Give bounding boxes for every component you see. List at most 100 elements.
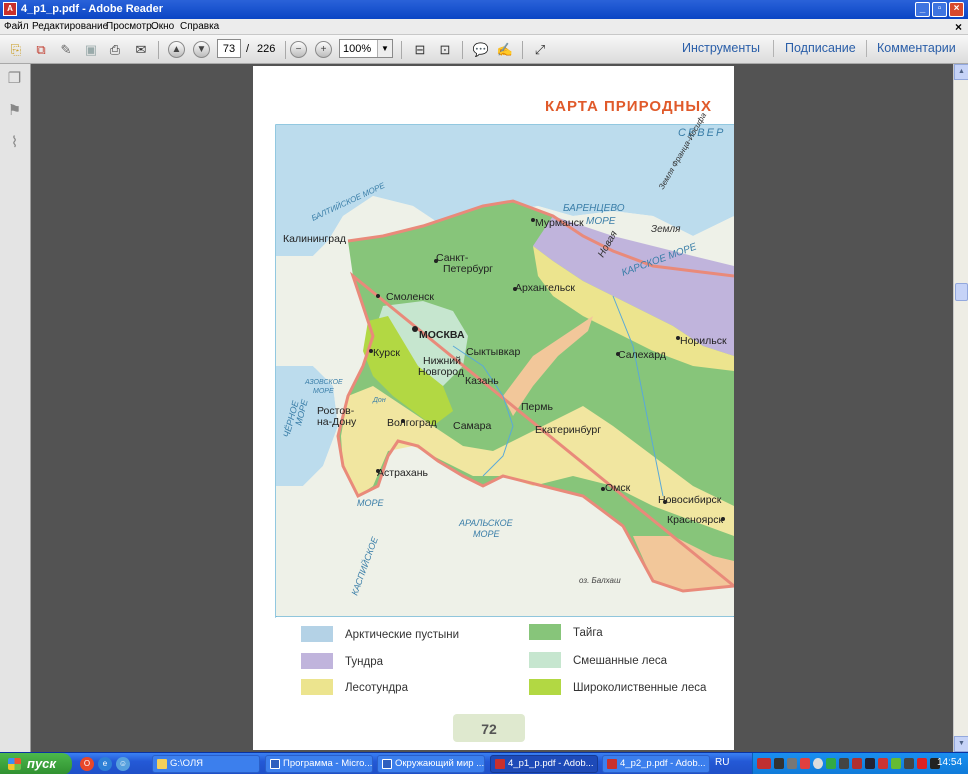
map-label-perm: Пермь (521, 401, 553, 413)
network-icon[interactable] (787, 758, 797, 769)
alert-icon[interactable] (878, 758, 888, 769)
tools-link[interactable]: Инструменты (682, 41, 760, 56)
page-number-input[interactable] (217, 39, 241, 58)
update-icon[interactable] (813, 758, 823, 769)
device-icon[interactable] (839, 758, 849, 769)
legend-swatch (529, 624, 561, 640)
legend-item-arctic: Арктические пустыни (301, 626, 459, 642)
map-label-samara: Самара (453, 420, 491, 432)
tool-icon[interactable] (852, 758, 862, 769)
scroll-down-icon[interactable]: ▼ (954, 736, 968, 752)
close-button[interactable]: × (949, 2, 964, 17)
antivirus-icon[interactable] (800, 758, 810, 769)
fit-width-icon[interactable]: ⊡ (435, 40, 455, 59)
map-heading: КАРТА ПРИРОДНЫХ (545, 98, 712, 115)
save-icon[interactable]: ▣ (81, 40, 101, 59)
map-label-salekhard: Салехард (618, 349, 666, 361)
map-label-ekaterinburg: Екатеринбург (535, 424, 601, 436)
menu-window[interactable]: Окно (151, 21, 174, 33)
vertical-scrollbar[interactable]: ▲ ▼ (953, 64, 968, 752)
menu-edit[interactable]: Редактирование (32, 21, 108, 33)
fit-page-icon[interactable]: ⊟ (410, 40, 430, 59)
edit-document-icon[interactable]: ✎ (56, 40, 76, 59)
maximize-button[interactable]: ▫ (932, 2, 947, 17)
shield-icon[interactable] (826, 758, 836, 769)
word-icon (270, 759, 280, 769)
highlight-icon[interactable]: ✍ (495, 40, 515, 59)
menu-file[interactable]: Файл (4, 21, 29, 33)
document-close-icon[interactable]: × (955, 20, 962, 34)
bluetooth-icon[interactable] (865, 758, 875, 769)
taskbar: пуск O e ☺ G:\ОЛЯ Программа - Micro... О… (0, 752, 968, 774)
internet-explorer-icon[interactable]: e (98, 757, 112, 771)
map-label-norilsk: Норильск (680, 335, 727, 347)
legend-swatch (529, 652, 561, 668)
minimize-button[interactable]: _ (915, 2, 930, 17)
speaker-icon[interactable] (774, 758, 784, 769)
sync-icon[interactable] (891, 758, 901, 769)
city-dot-moscow (412, 326, 418, 332)
fullscreen-icon[interactable]: ⤢ (530, 40, 550, 59)
legend-label: Смешанные леса (573, 655, 668, 667)
page-total: 226 (257, 43, 276, 55)
pdf-page: КАРТА ПРИРОДНЫХ Арктические пустыни Тайг… (253, 66, 734, 750)
comment-icon[interactable]: 💬 (471, 40, 491, 59)
taskbar-item-document[interactable]: Окружающий мир ... (377, 755, 485, 773)
toolbar-divider (285, 41, 286, 59)
legend-label: Лесотундра (345, 682, 409, 694)
legend-label: Арктические пустыни (345, 629, 459, 641)
create-pdf-icon[interactable]: ⎘ (6, 40, 26, 59)
pdf-icon (607, 759, 617, 769)
opera-icon[interactable]: O (80, 757, 94, 771)
menu-help[interactable]: Справка (180, 21, 219, 33)
link-divider (866, 40, 867, 57)
taskbar-item-pdf-2[interactable]: 4_p2_p.pdf - Adob... (602, 755, 710, 773)
previous-page-icon[interactable]: ▲ (168, 41, 185, 58)
sign-link[interactable]: Подписание (785, 41, 856, 56)
navigation-panel: ❐ ⚑ ⌇ (0, 64, 31, 752)
start-button[interactable]: пуск (0, 753, 72, 774)
messenger-icon[interactable]: ☺ (116, 757, 130, 771)
taskbar-item-folder[interactable]: G:\ОЛЯ (152, 755, 260, 773)
taskbar-item-word[interactable]: Программа - Micro... (265, 755, 373, 773)
toolbar-divider (462, 41, 463, 59)
window-title: 4_p1_p.pdf - Adobe Reader (21, 3, 164, 15)
map-label-smolensk: Смоленск (386, 291, 434, 303)
zoom-out-icon[interactable]: − (290, 41, 307, 58)
security-icon[interactable] (917, 758, 927, 769)
legend-item-mixed: Смешанные леса (529, 652, 668, 668)
legend-label: Широколиственные леса (573, 682, 707, 694)
map-label-caspian-2: МОРЕ (357, 498, 385, 508)
map-label-moscow: МОСКВА (419, 329, 465, 341)
map-label-rostov-2: на-Дону (317, 416, 357, 428)
language-indicator[interactable]: RU (715, 757, 729, 768)
zoom-select[interactable]: ▼ (339, 39, 393, 58)
taskbar-item-pdf-1[interactable]: 4_p1_p.pdf - Adob... (490, 755, 598, 773)
zoom-in-icon[interactable]: + (315, 41, 332, 58)
ati-tray-icon[interactable] (757, 758, 771, 769)
map-figure: КАРТА ПРИРОДНЫХ Арктические пустыни Тайг… (253, 66, 734, 750)
page-thumbnails-icon[interactable]: ❐ (6, 70, 23, 88)
map-label-kaliningrad: Калининград (283, 233, 346, 245)
map-label-azov-1: АЗОВСКОЕ (304, 379, 343, 386)
email-icon[interactable]: ✉ (131, 40, 151, 59)
next-page-icon[interactable]: ▼ (193, 41, 210, 58)
map-label-kursk: Курск (373, 347, 400, 359)
menu-view[interactable]: Просмотр (106, 21, 152, 33)
bookmarks-icon[interactable]: ⚑ (6, 102, 23, 120)
usb-icon[interactable] (904, 758, 914, 769)
comments-link[interactable]: Комментарии (877, 41, 956, 56)
map-label-arkhangelsk: Архангельск (515, 282, 575, 294)
taskbar-item-label: 4_p2_p.pdf - Adob... (620, 758, 706, 769)
chevron-down-icon[interactable]: ▼ (377, 40, 392, 57)
toolbar-divider (401, 41, 402, 59)
link-divider (773, 40, 774, 57)
word-icon (382, 759, 392, 769)
map-label-kazan: Казань (465, 375, 499, 387)
scroll-thumb[interactable] (955, 283, 968, 301)
pdf-tools-icon[interactable]: ⧉ (31, 40, 51, 59)
attachments-icon[interactable]: ⌇ (6, 134, 23, 152)
print-icon[interactable]: ⎙ (105, 40, 125, 59)
zoom-input[interactable] (340, 40, 378, 57)
scroll-up-icon[interactable]: ▲ (954, 64, 968, 80)
